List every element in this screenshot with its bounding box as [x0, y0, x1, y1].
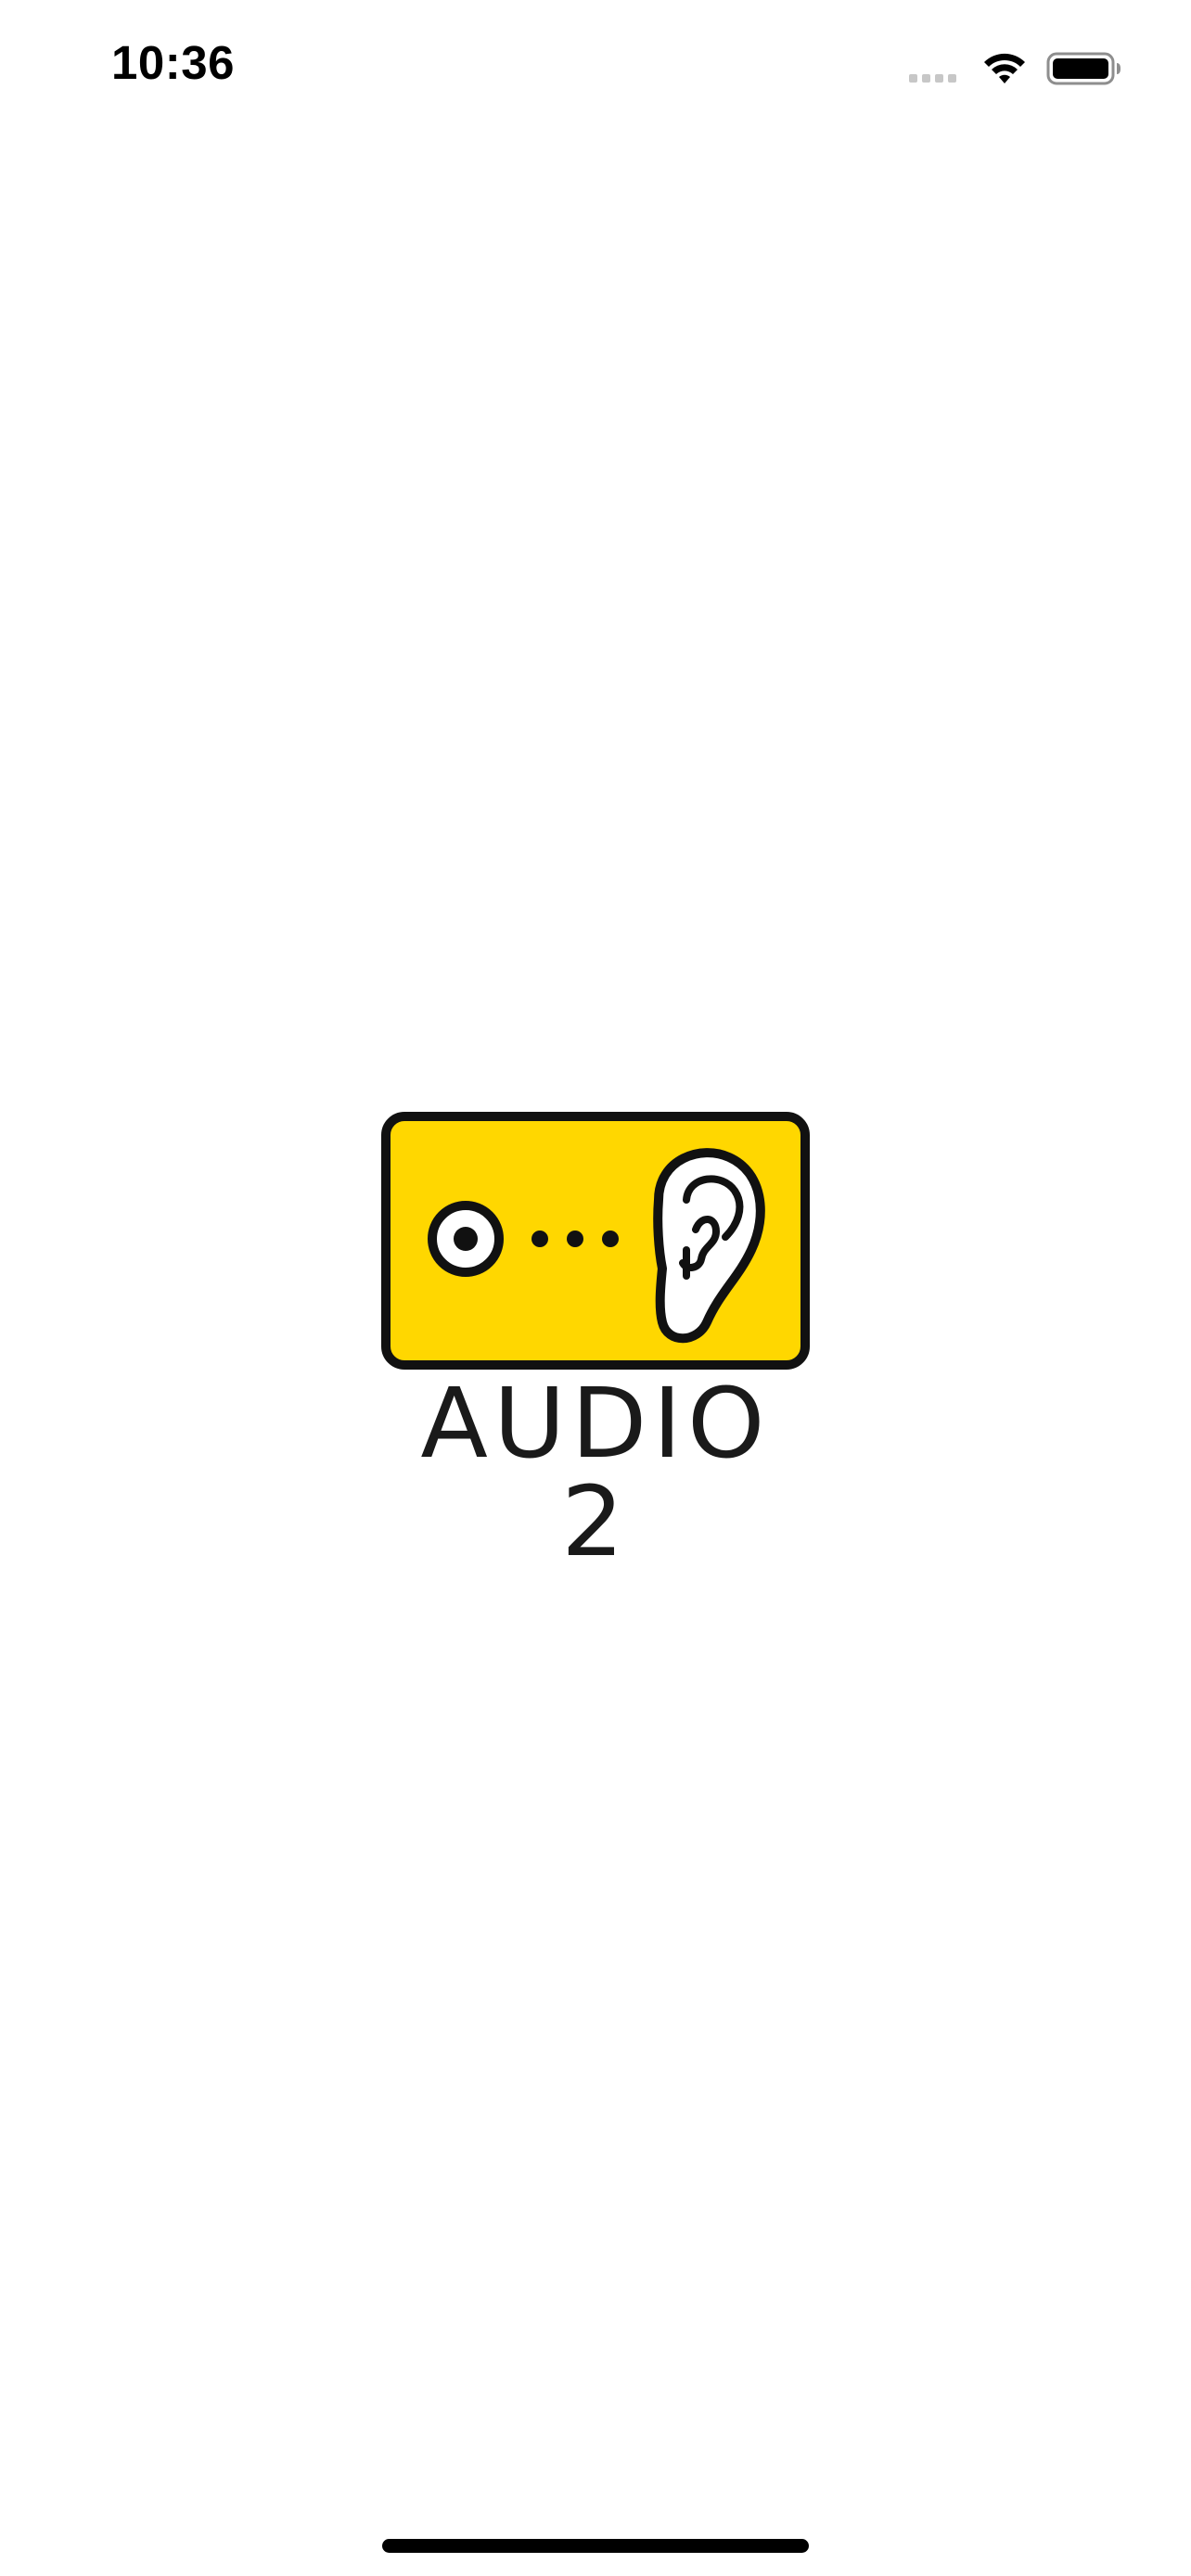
splash-screen: 10:36 AUDIO 2: [0, 0, 1191, 2576]
speaker-dot-icon: [428, 1201, 504, 1277]
app-logo: AUDIO 2: [380, 1111, 811, 1571]
dot-icon: [531, 1231, 548, 1247]
status-bar: 10:36: [0, 0, 1191, 139]
wifi-icon: [984, 53, 1025, 83]
dot-icon: [567, 1231, 583, 1247]
dot-icon: [602, 1231, 619, 1247]
signal-icon: [909, 74, 956, 83]
home-indicator[interactable]: [382, 2539, 809, 2553]
logo-badge: [380, 1111, 811, 1371]
status-time: 10:36: [111, 36, 235, 89]
battery-icon: [1046, 52, 1121, 85]
logo-wordmark: AUDIO 2: [420, 1367, 771, 1578]
status-icons: [907, 46, 1122, 91]
